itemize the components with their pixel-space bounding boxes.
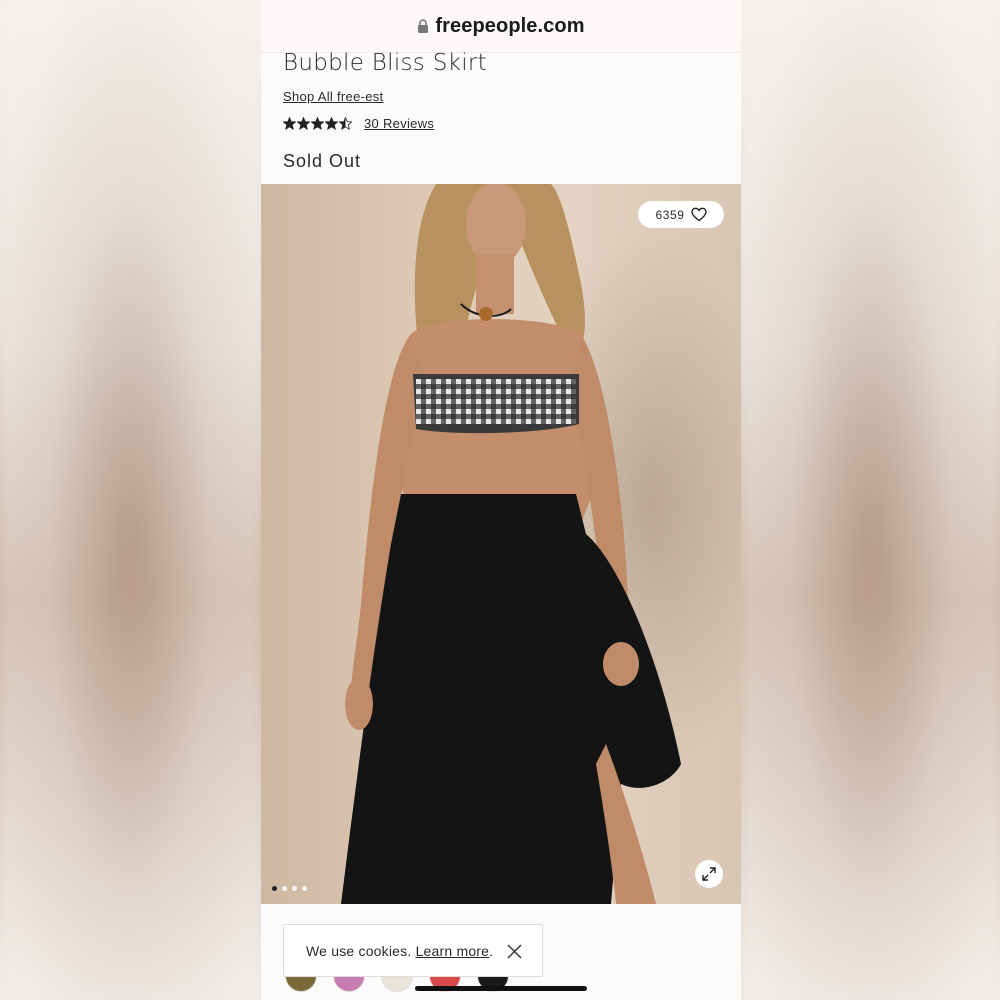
product-title: Bubble Bliss Skirt [283,50,487,76]
shop-all-link[interactable]: Shop All free-est [283,89,384,104]
blurred-background-left [0,0,261,1000]
product-image[interactable]: 6359 [261,184,741,904]
expand-image-button[interactable] [695,860,723,888]
url-text: freepeople.com [435,14,585,37]
heart-outline-icon [690,207,707,222]
reviews-link[interactable]: 30 Reviews [364,116,434,131]
carousel-dot[interactable] [302,886,307,891]
mobile-page: freepeople.com Bubble Bliss Skirt Shop A… [261,0,741,1000]
star-icon [297,117,310,130]
star-icon [283,117,296,130]
like-button[interactable]: 6359 [638,201,724,228]
star-icon [325,117,338,130]
home-indicator [415,986,587,991]
model-photo [341,184,681,904]
blurred-background-right [741,0,1000,1000]
lock-icon [418,19,429,33]
carousel-dot[interactable] [292,886,297,891]
like-count: 6359 [655,207,685,222]
carousel-dot[interactable] [282,886,287,891]
star-rating [283,117,352,130]
cookie-text: We use cookies. Learn more. [306,943,493,959]
star-icon [339,117,352,130]
carousel-dots[interactable] [272,886,307,891]
carousel-dot[interactable] [272,886,277,891]
cookie-banner: We use cookies. Learn more. [283,924,543,977]
gingham-pattern [416,379,576,424]
cookie-message: We use cookies. [306,942,412,959]
cookie-suffix: . [489,942,494,959]
rating-row: 30 Reviews [283,116,434,131]
url-bar[interactable]: freepeople.com [261,0,741,53]
close-icon[interactable] [507,944,522,959]
expand-icon [702,867,716,881]
cookie-learn-more-link[interactable]: Learn more [416,943,490,959]
star-icon [311,117,324,130]
stock-status: Sold Out [283,151,362,171]
